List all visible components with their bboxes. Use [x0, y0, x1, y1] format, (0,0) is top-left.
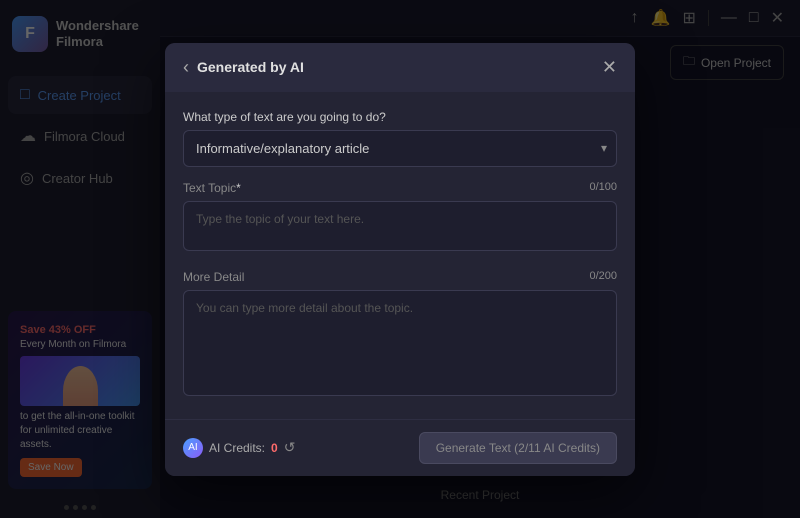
modal-title: Generated by AI [197, 59, 304, 75]
more-detail-field-group: More Detail 0/200 [183, 270, 617, 401]
back-button[interactable]: ‹ [183, 57, 189, 78]
text-type-select[interactable]: Informative/explanatory article Blog pos… [183, 130, 617, 167]
modal-overlay: ‹ Generated by AI ✕ What type of text ar… [0, 0, 800, 518]
refresh-credits-icon[interactable]: ↺ [284, 439, 296, 456]
modal-body: What type of text are you going to do? I… [165, 92, 635, 419]
text-type-select-wrapper: Informative/explanatory article Blog pos… [183, 130, 617, 167]
more-detail-input[interactable] [183, 290, 617, 396]
credits-label: AI Credits: [209, 441, 265, 455]
modal-close-button[interactable]: ✕ [602, 57, 617, 78]
generate-text-button[interactable]: Generate Text (2/11 AI Credits) [419, 432, 617, 464]
credits-value: 0 [271, 441, 278, 455]
modal-footer: AI AI Credits: 0 ↺ Generate Text (2/11 A… [165, 419, 635, 476]
text-topic-char-count: 0/100 [589, 181, 617, 193]
text-type-question: What type of text are you going to do? I… [183, 110, 617, 167]
text-topic-field-group: Text Topic* 0/100 [183, 181, 617, 256]
question-label: What type of text are you going to do? [183, 110, 617, 124]
text-topic-label: Text Topic* 0/100 [183, 181, 617, 195]
text-topic-input[interactable] [183, 201, 617, 251]
credits-info: AI AI Credits: 0 ↺ [183, 438, 295, 458]
more-detail-char-count: 0/200 [589, 270, 617, 282]
modal-header-left: ‹ Generated by AI [183, 57, 304, 78]
more-detail-label: More Detail 0/200 [183, 270, 617, 284]
modal-header: ‹ Generated by AI ✕ [165, 43, 635, 92]
ai-text-modal: ‹ Generated by AI ✕ What type of text ar… [165, 43, 635, 476]
ai-credits-icon: AI [183, 438, 203, 458]
